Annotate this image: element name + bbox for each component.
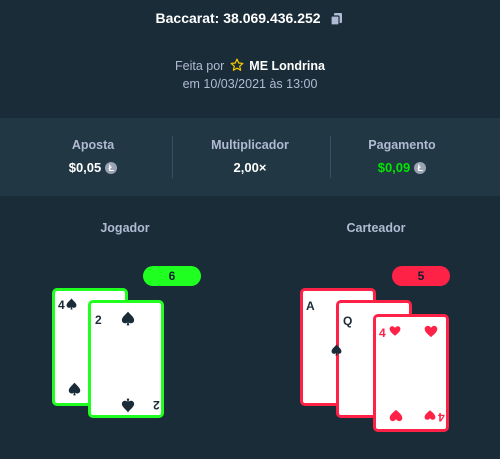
- spade-icon: [331, 344, 342, 356]
- made-by-line: Feita por ME Londrina: [0, 58, 500, 73]
- card-rank: A: [306, 299, 315, 313]
- username-link[interactable]: ME Londrina: [249, 59, 325, 73]
- spade-icon: [121, 311, 135, 326]
- multiplier-stat: Multiplicador 2,00×: [167, 118, 333, 196]
- heart-icon: [389, 409, 403, 422]
- spade-icon: [121, 398, 135, 413]
- payout-label: Pagamento: [368, 138, 436, 152]
- banker-card-3: 4 4: [373, 314, 449, 432]
- made-by-prefix: Feita por: [174, 59, 225, 73]
- star-icon: [230, 58, 244, 71]
- copy-icon[interactable]: [330, 12, 344, 26]
- heart-icon: [389, 326, 401, 336]
- card-rank: 4: [58, 298, 65, 312]
- bet-stat: Aposta $0,05: [10, 118, 176, 196]
- card-rank: 4: [438, 410, 445, 424]
- payout-value: $0,09: [377, 160, 411, 175]
- litecoin-icon: [105, 162, 118, 174]
- card-rank: 2: [95, 313, 102, 327]
- bet-label: Aposta: [71, 138, 115, 152]
- multiplier-label: Multiplicador: [211, 138, 289, 152]
- multiplier-value: 2,00×: [233, 160, 267, 175]
- card-rank: 4: [379, 326, 386, 340]
- card-rank: 2: [153, 398, 160, 412]
- banker-score-badge: 5: [392, 266, 450, 286]
- bet-value: $0,05: [68, 160, 102, 175]
- bet-value-row: $0,05: [10, 160, 176, 175]
- bet-header: Baccarat: 38.069.436.252 Feita por ME Lo…: [0, 0, 500, 118]
- spade-icon: [66, 298, 77, 310]
- heart-icon: [424, 325, 438, 338]
- page-title: Baccarat: 38.069.436.252: [155, 10, 321, 26]
- banker-label: Carteador: [346, 221, 406, 235]
- bet-date: em 10/03/2021 às 13:00: [182, 77, 318, 91]
- player-score-badge: 6: [143, 266, 201, 286]
- payout-value-row: $0,09: [319, 160, 485, 175]
- payout-stat: Pagamento $0,09: [319, 118, 485, 196]
- title-row: Baccarat: 38.069.436.252: [0, 10, 500, 26]
- litecoin-icon: [414, 162, 427, 174]
- heart-icon: [424, 410, 436, 420]
- spade-icon: [68, 382, 81, 396]
- stats-panel: Aposta $0,05 Multiplicador 2,00× Pagamen…: [0, 118, 500, 196]
- player-label: Jogador: [100, 221, 150, 235]
- card-rank: Q: [343, 314, 353, 328]
- player-card-2: 2 2: [88, 300, 164, 418]
